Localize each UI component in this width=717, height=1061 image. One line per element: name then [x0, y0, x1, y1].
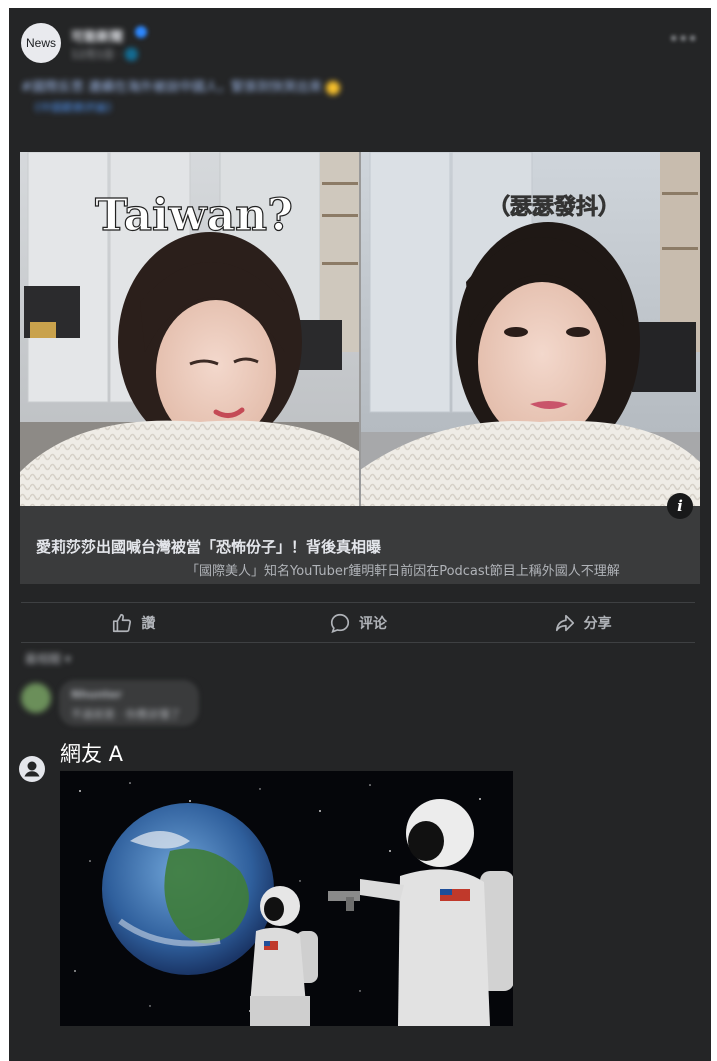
like-button[interactable]: 讚 — [21, 604, 246, 642]
comment-image[interactable] — [60, 771, 513, 1026]
link-description[interactable]: 「國際美人」知名YouTuber鍾明軒日前因在Podcast節目上稱外國人不理解 — [186, 560, 686, 579]
astronaut-meme — [60, 771, 513, 1026]
commenter-name[interactable]: Nhunter — [71, 688, 122, 701]
more-options-icon[interactable]: ••• — [669, 31, 697, 47]
comment-label: 评论 — [359, 616, 387, 632]
image-caption-left: Taiwan? — [95, 190, 293, 241]
comment-sort-dropdown[interactable]: 最相關 ▾ — [25, 650, 71, 667]
user-avatar-icon[interactable] — [19, 756, 45, 782]
emoji-icon — [326, 80, 341, 95]
like-label: 讚 — [141, 616, 156, 632]
share-button[interactable]: 分享 — [470, 604, 695, 642]
thumbs-up-icon — [113, 613, 132, 633]
link-title[interactable]: 愛莉莎莎出國喊台灣被當「恐怖份子」！背後真相曝 — [36, 536, 686, 557]
image-caption-right: （瑟瑟發抖） — [488, 195, 620, 220]
action-bar: 讚 评论 分享 — [21, 604, 695, 642]
link-preview-image[interactable]: Taiwan? （瑟瑟發抖） — [20, 152, 700, 506]
page-avatar[interactable]: News — [21, 23, 61, 63]
comment-bubble-icon — [330, 613, 350, 634]
post-caption: #國際反思 連續在海外被說中國人，緊張到快哭出來 — [21, 78, 541, 98]
avatar-label: News — [25, 36, 56, 50]
page-name[interactable]: 可能新聞 — [71, 26, 123, 45]
post-timestamp[interactable]: 12月1日 · 🌐 — [71, 46, 138, 62]
post-header: News 可能新聞 12月1日 · 🌐 ••• #國際反思 連續在海外被說中國人… — [9, 8, 711, 128]
facebook-post: News 可能新聞 12月1日 · 🌐 ••• #國際反思 連續在海外被說中國人… — [9, 8, 711, 1061]
verified-icon — [135, 26, 147, 38]
divider — [21, 642, 695, 643]
post-caption-text: #國際反思 連續在海外被說中國人，緊張到快哭出來 — [21, 80, 323, 95]
link-preview-card[interactable]: Taiwan? （瑟瑟發抖） i 愛莉莎莎出國喊台灣被當「恐怖份子」！背後真相曝… — [20, 152, 700, 584]
post-subcaption[interactable]: 《中國觀察評論》 — [29, 99, 117, 115]
reply-commenter-name[interactable]: 網友 A — [60, 738, 123, 768]
commenter-avatar[interactable] — [21, 683, 51, 713]
info-icon[interactable]: i — [667, 493, 693, 519]
share-arrow-icon — [555, 614, 574, 632]
comment-button[interactable]: 评论 — [246, 604, 471, 642]
divider — [21, 602, 695, 603]
share-label: 分享 — [583, 616, 612, 632]
comment-text: 不過就是 · 你應該懂了 — [71, 708, 181, 721]
preview-photo: Taiwan? （瑟瑟發抖） — [20, 152, 700, 506]
